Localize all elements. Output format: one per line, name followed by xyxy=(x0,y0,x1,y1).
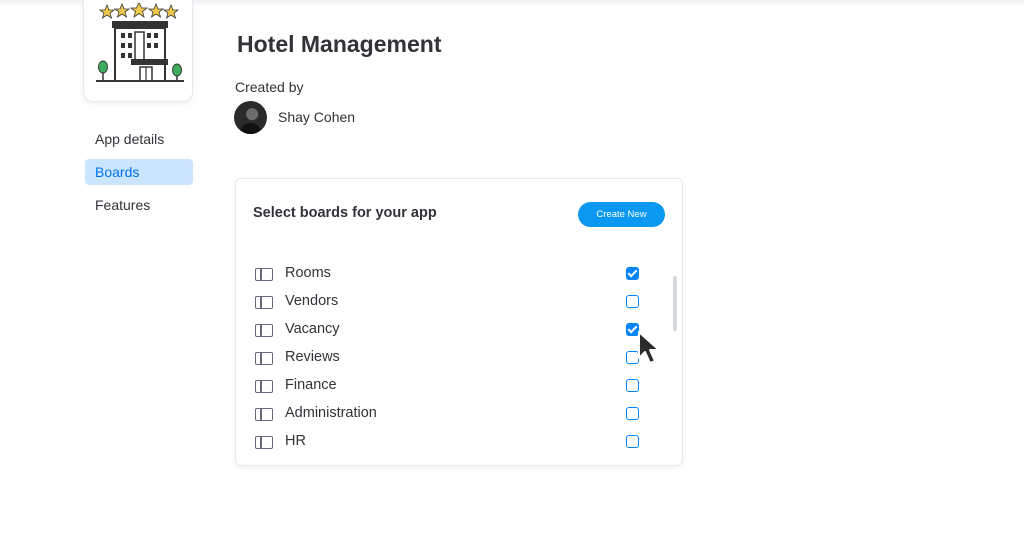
board-checkbox[interactable] xyxy=(626,267,639,280)
board-icon xyxy=(255,352,273,365)
board-checkbox[interactable] xyxy=(626,407,639,420)
board-icon xyxy=(255,380,273,393)
board-row: Vendors xyxy=(253,289,648,317)
board-icon xyxy=(255,324,273,337)
board-row: Vacancy xyxy=(253,317,648,345)
nav-item-app-details[interactable]: App details xyxy=(85,126,193,152)
board-list-scrollbar[interactable] xyxy=(673,276,677,331)
board-name: HR xyxy=(285,433,306,449)
nav-item-features[interactable]: Features xyxy=(85,192,193,218)
page-title: Hotel Management xyxy=(237,31,442,57)
created-by-label: Created by xyxy=(235,79,304,95)
board-checkbox[interactable] xyxy=(626,435,639,448)
boards-card: Select boards for your app Create New Ro… xyxy=(235,178,683,466)
board-name: Administration xyxy=(285,405,377,421)
board-icon xyxy=(255,268,273,281)
board-name: Vacancy xyxy=(285,321,340,337)
board-row: HR xyxy=(253,429,648,457)
board-row: Administration xyxy=(253,401,648,429)
board-icon xyxy=(255,436,273,449)
creator-name: Shay Cohen xyxy=(278,109,356,125)
board-name: Reviews xyxy=(285,349,340,365)
board-name: Finance xyxy=(285,377,337,393)
board-name: Vendors xyxy=(285,293,339,309)
board-row: Rooms xyxy=(253,261,648,289)
board-checkbox[interactable] xyxy=(626,295,639,308)
board-row: Finance xyxy=(253,373,648,401)
board-checkbox[interactable] xyxy=(626,379,639,392)
side-nav: App details Boards Features xyxy=(85,126,193,225)
nav-item-boards[interactable]: Boards xyxy=(85,159,193,185)
board-name: Rooms xyxy=(285,265,331,281)
boards-card-title: Select boards for your app xyxy=(253,205,437,221)
mouse-cursor-icon xyxy=(638,331,660,364)
board-icon xyxy=(255,296,273,309)
hotel-building-icon xyxy=(96,3,184,82)
app-icon-tile xyxy=(83,0,193,102)
avatar xyxy=(234,101,267,134)
board-icon xyxy=(255,408,273,421)
board-list: Rooms Vendors Vacancy Reviews Finance Ad… xyxy=(253,261,648,457)
create-new-button[interactable]: Create New xyxy=(578,202,665,227)
board-row: Reviews xyxy=(253,345,648,373)
